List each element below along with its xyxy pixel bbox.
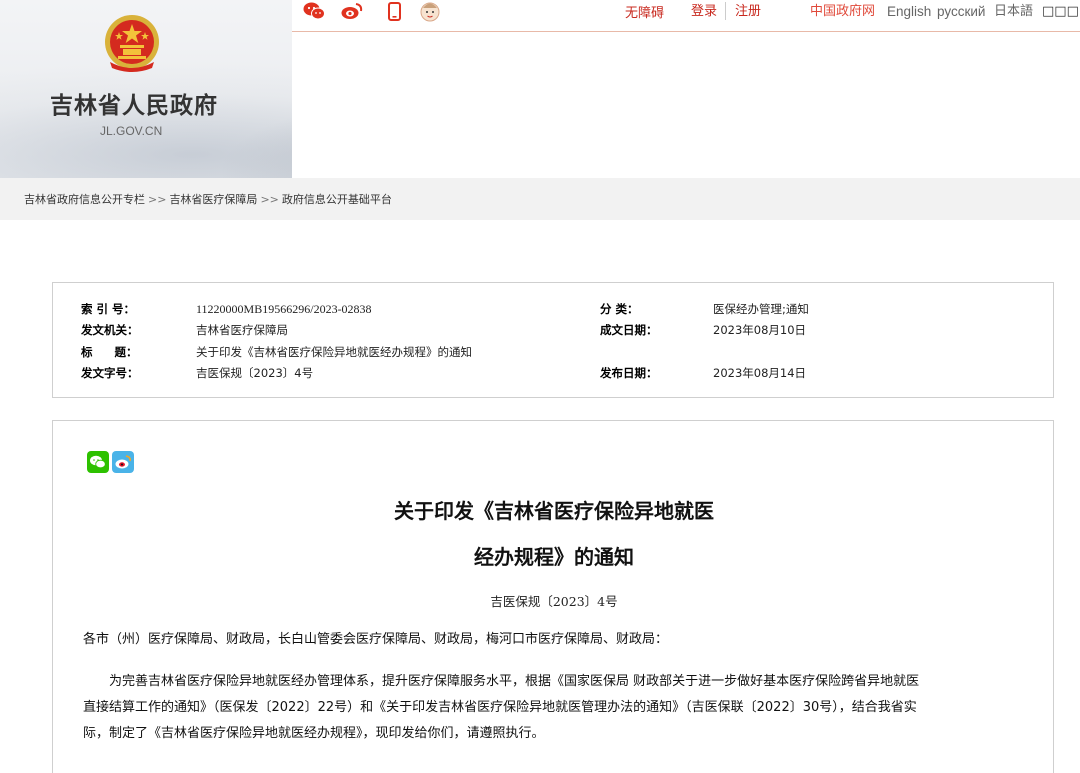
mobile-icon[interactable]: [384, 0, 404, 22]
article-title-line-2: 经办规程》的通知: [474, 545, 634, 569]
login-link[interactable]: 登录: [691, 1, 717, 25]
article-body-line-3: 际，制定了《吉林省医疗保险异地就医经办规程》，现印发给你们，请遵照执行。: [83, 726, 545, 741]
breadcrumb-item-info-column[interactable]: 吉林省政府信息公开专栏: [24, 193, 145, 206]
weibo-top-icon[interactable]: [340, 0, 364, 22]
meta-index-value: 11220000MB19566296/2023-02838: [196, 302, 372, 316]
weibo-share-icon[interactable]: [112, 451, 134, 473]
login-register-divider: [725, 2, 726, 20]
meta-published-date-value: 2023年08月14日: [713, 366, 807, 380]
english-link[interactable]: English: [887, 1, 931, 25]
meta-category-value: 医保经办管理;通知: [713, 302, 809, 316]
mascot-icon[interactable]: [418, 0, 442, 22]
breadcrumb-item-platform[interactable]: 政府信息公开基础平台: [282, 193, 392, 206]
site-title[interactable]: 吉林省人民政府: [50, 86, 218, 120]
accessible-link[interactable]: 无障碍: [625, 3, 664, 27]
meta-written-date-value: 2023年08月10日: [713, 323, 807, 337]
meta-published-date-label: 发布日期：: [600, 366, 658, 380]
document-meta-table: 索 引 号： 11220000MB19566296/2023-02838 分 类…: [52, 282, 1054, 398]
meta-doc-number-value: 吉医保规〔2023〕4号: [196, 366, 314, 380]
article-salutation: 各市（州）医疗保障局、财政局，长白山管委会医疗保障局、财政局，梅河口市医疗保障局…: [83, 632, 669, 647]
breadcrumb-item-medical-bureau[interactable]: 吉林省医疗保障局: [169, 193, 257, 206]
breadcrumb-separator: >>: [148, 193, 167, 206]
russian-link[interactable]: русский: [937, 1, 985, 25]
meta-index-label: 索 引 号：: [81, 302, 136, 316]
site-header: 吉林省人民政府 JL.GOV.CN 无障碍 登录 注册 中国政府网 Englis…: [0, 0, 1080, 178]
article-title-line-1: 关于印发《吉林省医疗保险异地就医: [394, 499, 714, 523]
national-emblem-icon[interactable]: [100, 12, 164, 76]
meta-written-date-label: 成文日期：: [600, 323, 658, 337]
breadcrumb: 吉林省政府信息公开专栏 >> 吉林省医疗保障局 >> 政府信息公开基础平台: [24, 191, 392, 207]
meta-doc-number-label: 发文字号：: [81, 366, 139, 380]
breadcrumb-separator: >>: [260, 193, 279, 206]
article-body-line-1: 为完善吉林省医疗保险异地就医经办管理体系，提升医疗保障服务水平，根据《国家医保局…: [109, 674, 920, 689]
meta-title-value: 关于印发《吉林省医疗保险异地就医经办规程》的通知: [196, 345, 472, 359]
article-body-line-2: 直接结算工作的通知》（医保发〔2022〕22号）和《关于印发吉林省医疗保险异地就…: [83, 700, 917, 715]
japanese-link[interactable]: 日本語: [994, 1, 1033, 25]
wechat-top-icon[interactable]: [302, 0, 326, 22]
korean-link[interactable]: □□□: [1042, 1, 1079, 25]
meta-issuer-value: 吉林省医疗保障局: [196, 323, 288, 337]
china-gov-link[interactable]: 中国政府网: [810, 1, 875, 25]
site-domain: JL.GOV.CN: [100, 124, 163, 138]
header-right-area: [292, 32, 1080, 178]
article-doc-number: 吉医保规〔2023〕4号: [490, 594, 618, 609]
meta-title-label: 标 题：: [81, 345, 138, 359]
meta-category-label: 分 类：: [600, 302, 639, 316]
meta-issuer-label: 发文机关：: [81, 323, 139, 337]
article-content: 关于印发《吉林省医疗保险异地就医 经办规程》的通知 吉医保规〔2023〕4号 各…: [52, 420, 1054, 773]
register-link[interactable]: 注册: [735, 1, 761, 25]
breadcrumb-bar: 吉林省政府信息公开专栏 >> 吉林省医疗保障局 >> 政府信息公开基础平台: [0, 178, 1080, 220]
wechat-share-icon[interactable]: [87, 451, 109, 473]
